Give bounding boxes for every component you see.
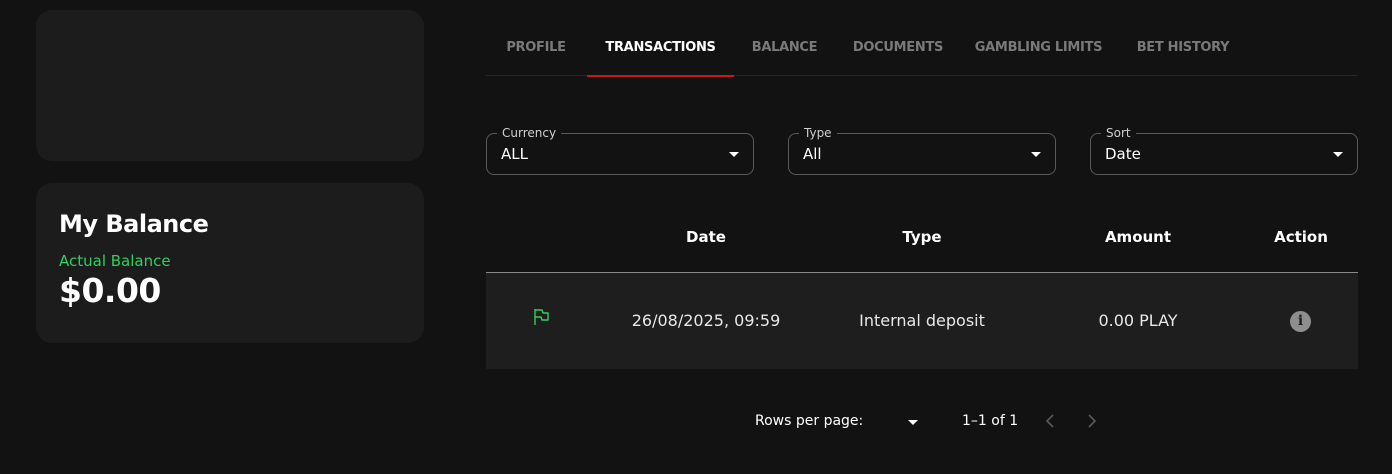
transactions-table-header: Date Type Amount Action (486, 200, 1358, 273)
actual-balance-label: Actual Balance (59, 252, 171, 270)
tab-profile[interactable]: PROFILE (486, 24, 586, 76)
tab-gambling-limits[interactable]: GAMBLING LIMITS (970, 24, 1107, 76)
sort-select-value: Date (1105, 145, 1141, 163)
tab-balance[interactable]: BALANCE (740, 24, 829, 76)
tab-transactions[interactable]: TRANSACTIONS (587, 24, 734, 77)
column-header-action: Action (1274, 228, 1328, 246)
sort-select[interactable]: Sort Date (1090, 126, 1358, 175)
balance-amount: $0.00 (59, 271, 161, 310)
chevron-down-icon (1031, 152, 1041, 157)
pagination-range: 1–1 of 1 (962, 413, 1019, 429)
chevron-down-icon (729, 152, 739, 157)
type-select-value: All (803, 145, 822, 163)
profile-card (36, 10, 424, 161)
column-header-date: Date (686, 228, 726, 246)
chevron-down-icon (1333, 152, 1343, 157)
rows-per-page-select[interactable] (908, 420, 918, 425)
info-icon[interactable]: i (1290, 311, 1311, 332)
column-header-amount: Amount (1104, 228, 1172, 246)
account-tabs: PROFILE TRANSACTIONS BALANCE DOCUMENTS G… (486, 24, 1358, 77)
account-page: My Balance Actual Balance $0.00 PROFILE … (0, 0, 1392, 474)
chevron-right-icon[interactable] (1082, 410, 1102, 432)
currency-select-label: Currency (497, 126, 562, 140)
chevron-left-icon[interactable] (1040, 410, 1060, 432)
rows-per-page-label: Rows per page: (755, 413, 864, 429)
balance-title: My Balance (59, 210, 209, 238)
balance-card: My Balance Actual Balance $0.00 (36, 183, 424, 343)
currency-select-value: ALL (501, 145, 528, 163)
type-select[interactable]: Type All (788, 126, 1056, 175)
currency-select[interactable]: Currency ALL (486, 126, 754, 175)
row-amount: 0.00 PLAY (1098, 311, 1178, 330)
type-select-label: Type (799, 126, 837, 140)
flag-icon (534, 309, 549, 325)
table-row: 26/08/2025, 09:59 Internal deposit 0.00 … (486, 273, 1358, 369)
tab-documents[interactable]: DOCUMENTS (844, 24, 952, 76)
row-date: 26/08/2025, 09:59 (631, 311, 781, 330)
tab-bet-history[interactable]: BET HISTORY (1129, 24, 1237, 76)
column-header-type: Type (902, 228, 942, 246)
sort-select-label: Sort (1101, 126, 1136, 140)
row-type: Internal deposit (859, 311, 985, 330)
